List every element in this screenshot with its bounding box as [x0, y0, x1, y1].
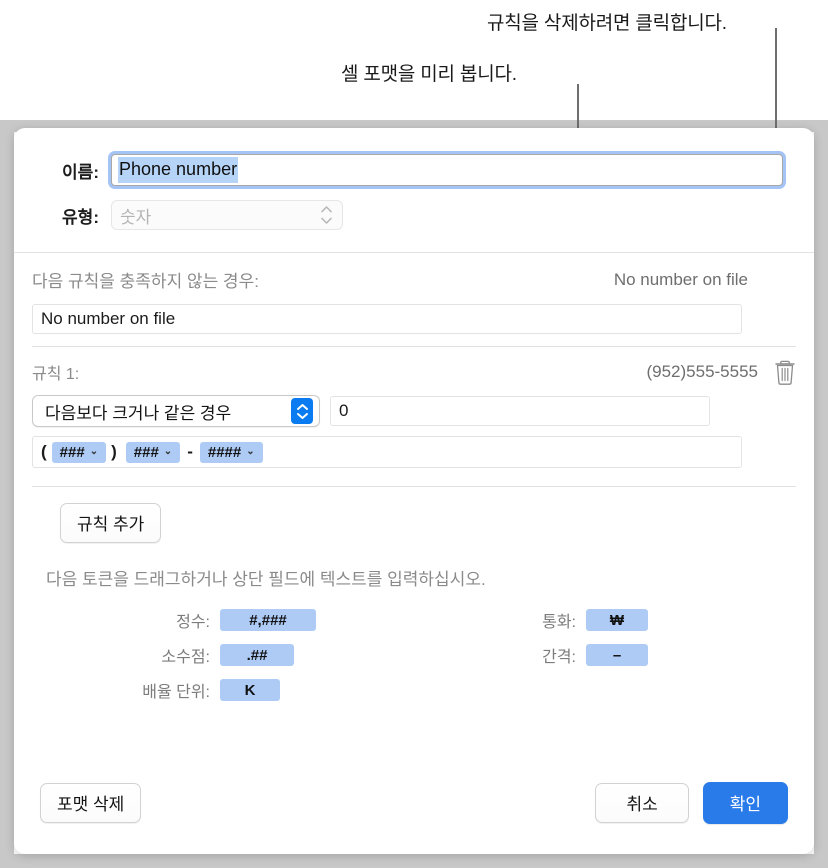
trash-icon[interactable]: [774, 359, 796, 385]
rule-header-row: 규칙 1: (952)555-5555: [32, 359, 796, 385]
format-token-line-number[interactable]: #### ⌄: [199, 441, 263, 463]
token-label-scale: 배율 단위:: [142, 684, 210, 701]
screenshot-root: 규칙을 삭제하려면 클릭합니다. 셀 포맷을 미리 봅니다. 이름: Phone…: [0, 0, 828, 868]
name-input-value: Phone number: [118, 157, 239, 183]
add-rule-row: 규칙 추가: [14, 487, 814, 543]
type-label: 유형:: [62, 207, 99, 227]
chevron-up-down-icon: [320, 206, 332, 224]
format-token-line-number-text: ####: [207, 443, 242, 461]
token-palette-row-decimal: 소수점: .##: [14, 643, 354, 667]
fallback-header-row: 다음 규칙을 충족하지 않는 경우: No number on file: [32, 267, 796, 292]
format-literal-close-paren: ): [111, 442, 117, 461]
name-input[interactable]: Phone number: [111, 154, 783, 186]
delete-format-button[interactable]: 포맷 삭제: [40, 783, 142, 823]
cancel-button[interactable]: 취소: [595, 783, 689, 823]
token-palette-row-space: 간격: –: [514, 643, 648, 667]
type-popup-button[interactable]: 숫자: [111, 200, 343, 230]
format-token-area-code[interactable]: ### ⌄: [51, 441, 107, 463]
chevron-down-icon: ⌄: [89, 446, 99, 457]
format-literal-dash: -: [187, 442, 193, 461]
token-palette-row-integer: 정수: #,###: [14, 608, 354, 632]
callout-preview-text: 셀 포맷을 미리 봅니다.: [341, 64, 517, 85]
rule-condition-row: 다음보다 크거나 같은 경우 0: [32, 395, 796, 427]
desktop-backdrop-bottom: [0, 854, 828, 868]
fallback-preview: No number on file: [613, 269, 748, 289]
token-currency[interactable]: ₩: [586, 609, 648, 631]
dialog-footer: 포맷 삭제 취소 확인: [14, 782, 814, 824]
rule-format-field[interactable]: ( ### ⌄ ) ### ⌄ - #### ⌄: [32, 436, 742, 468]
token-palette: 정수: #,### 소수점: .## 배율 단위: K 통화: ₩ 간격: –: [14, 608, 814, 718]
token-decimal[interactable]: .##: [220, 644, 294, 666]
token-label-currency: 통화:: [542, 614, 576, 631]
rule-condition-value: 다음보다 크거나 같은 경우: [45, 403, 232, 423]
token-palette-row-scale: 배율 단위: K: [14, 678, 354, 702]
callout-delete-rule-text: 규칙을 삭제하려면 클릭합니다.: [487, 13, 727, 34]
desktop-backdrop-left: [0, 120, 14, 868]
token-label-integer: 정수:: [176, 614, 210, 631]
fallback-input-value: No number on file: [41, 309, 176, 328]
rule-label: 규칙 1:: [32, 366, 80, 383]
fallback-section: 다음 규칙을 충족하지 않는 경우: No number on file No …: [14, 253, 814, 346]
format-token-area-code-text: ###: [59, 443, 85, 461]
token-hint: 다음 토큰을 드래그하거나 상단 필드에 텍스트를 입력하십시오.: [46, 570, 486, 589]
format-literal-open-paren: (: [41, 442, 47, 461]
custom-format-dialog: 이름: Phone number 유형: 숫자 다음 규칙을 충족하지 않는 경…: [14, 128, 814, 854]
type-popup-value: 숫자: [120, 207, 152, 227]
token-integer[interactable]: #,###: [220, 609, 316, 631]
name-row: 이름: Phone number: [14, 128, 814, 186]
chevron-down-icon: ⌄: [163, 446, 173, 457]
footer-actions: 취소 확인: [595, 782, 788, 824]
token-scale-unit[interactable]: K: [220, 679, 280, 701]
name-label: 이름:: [62, 162, 99, 182]
chevron-up-down-icon: [291, 398, 313, 424]
confirm-button[interactable]: 확인: [702, 782, 788, 824]
fallback-label: 다음 규칙을 충족하지 않는 경우:: [32, 272, 259, 291]
rule-condition-popup[interactable]: 다음보다 크거나 같은 경우: [32, 395, 320, 427]
token-label-decimal: 소수점:: [161, 649, 210, 666]
token-space[interactable]: –: [586, 644, 648, 666]
desktop-backdrop-right: [814, 120, 828, 868]
add-rule-button[interactable]: 규칙 추가: [60, 503, 162, 543]
fallback-input[interactable]: No number on file: [32, 304, 742, 334]
chevron-down-icon: ⌄: [246, 446, 255, 457]
rule-threshold-value: 0: [339, 401, 349, 420]
token-label-space: 간격:: [542, 649, 576, 666]
format-token-prefix-text: ###: [133, 443, 159, 461]
rule-preview: (952)555-5555: [646, 362, 758, 381]
rule-threshold-input[interactable]: 0: [330, 396, 710, 426]
type-row: 유형: 숫자: [14, 186, 814, 230]
rule-header-right: (952)555-5555: [646, 359, 796, 385]
format-token-prefix[interactable]: ### ⌄: [125, 441, 181, 463]
rule-section: 규칙 1: (952)555-5555 다음보다 크거나 같은 경우 0 (#…: [14, 347, 814, 480]
token-palette-row-currency: 통화: ₩: [514, 608, 648, 632]
